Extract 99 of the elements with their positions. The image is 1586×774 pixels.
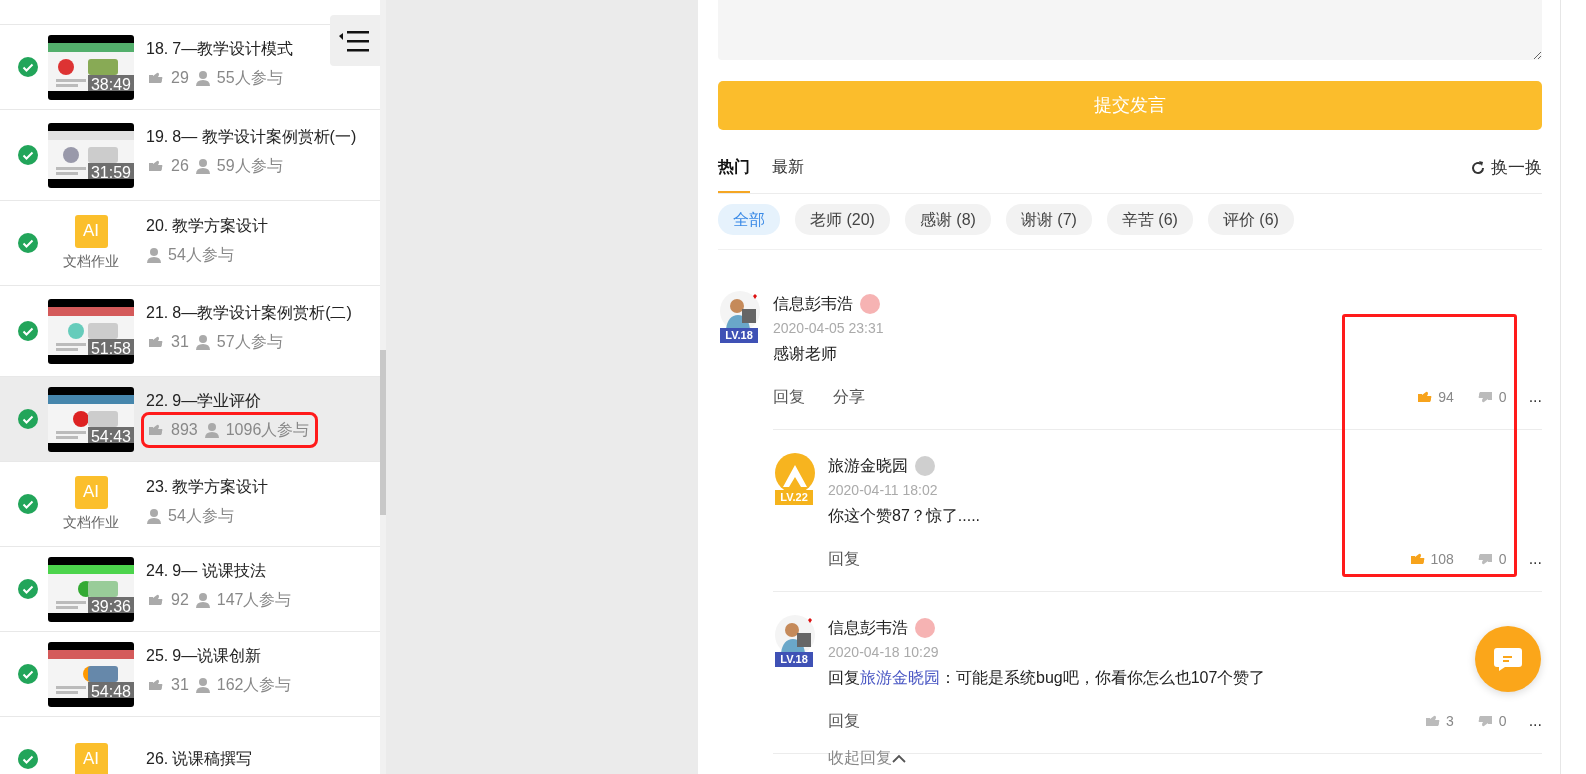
person-icon	[146, 245, 162, 264]
lesson-item[interactable]: 54:48 25. 9—说课创新 31 162人参与	[0, 631, 380, 716]
lesson-title: 教学方案设计	[172, 215, 269, 236]
tab[interactable]: 最新	[772, 145, 804, 193]
menu-icon	[339, 28, 371, 53]
participant-count: 54人参与	[168, 505, 234, 526]
comment-text: 感谢老师	[773, 344, 837, 364]
like-count: 92	[171, 590, 189, 611]
comment-action-link[interactable]: 回复	[773, 385, 805, 409]
refresh-button[interactable]: 换一换	[1470, 145, 1542, 181]
lesson-title: 9—说课创新	[172, 646, 262, 667]
participant-count: 147人参与	[216, 590, 292, 611]
collapse-replies-link[interactable]: 收起回复	[828, 746, 906, 770]
lesson-number: 20.	[146, 215, 169, 236]
lesson-number: 25.	[146, 646, 169, 667]
lesson-number: 18.	[146, 39, 169, 60]
lesson-title: 8— 教学设计案例赏析(一)	[172, 127, 357, 148]
comment-action-link[interactable]: 回复	[828, 709, 860, 733]
lesson-item[interactable]: 31:59 19. 8— 教学设计案例赏析(一) 26 59人参与	[0, 109, 380, 200]
author-name: 旅游金晓园	[828, 456, 908, 476]
lesson-number: 21.	[146, 303, 169, 324]
level-badge: LV.18	[775, 652, 813, 667]
lesson-item[interactable]: AI 文档作业 23. 教学方案设计 54人参与	[0, 461, 380, 546]
level-badge: LV.22	[775, 490, 813, 505]
lesson-item[interactable]: AI 26. 说课稿撰写	[0, 716, 380, 774]
filter-chip[interactable]: 老师 (20)	[795, 204, 890, 235]
scrollbar-thumb[interactable]	[380, 350, 386, 515]
person-icon	[146, 506, 162, 525]
person-icon	[203, 421, 220, 440]
participant-count: 55人参与	[216, 68, 283, 89]
dislike-button[interactable]: 0	[1475, 710, 1507, 732]
lesson-item[interactable]: 54:43 22. 9—学业评价 893 1096人参与	[0, 376, 380, 461]
document-type-label: 文档作业	[63, 251, 119, 271]
document-type-label: 文档作业	[63, 512, 119, 532]
participant-count: 1096人参与	[225, 420, 310, 441]
more-button[interactable]: ...	[1528, 547, 1542, 571]
comment-text: 你这个赞87？惊了.....	[828, 506, 981, 526]
lesson-title: 9— 说课技法	[172, 561, 266, 582]
comment-time: 2020-04-11 18:02	[828, 482, 938, 498]
document-badge: AI	[74, 214, 108, 248]
lesson-title: 说课稿撰写	[172, 749, 253, 769]
level-badge: LV.18	[720, 328, 758, 343]
chat-button[interactable]	[1475, 626, 1541, 692]
person-icon	[194, 676, 211, 695]
participant-count: 57人参与	[216, 332, 283, 353]
lesson-title: 8—教学设计案例赏析(二)	[172, 303, 352, 324]
like-button[interactable]: 3	[1423, 710, 1454, 732]
person-icon	[194, 69, 211, 88]
collapse-sidebar-button[interactable]	[330, 15, 380, 66]
filter-chip[interactable]: 辛苦 (6)	[1106, 204, 1193, 235]
like-count: 29	[171, 68, 189, 89]
more-button[interactable]: ...	[1528, 709, 1542, 733]
user-avatar	[775, 615, 815, 655]
comment-action-link[interactable]: 分享	[833, 385, 865, 409]
lesson-title: 7—教学设计模式	[172, 39, 294, 60]
participant-count: 54人参与	[168, 244, 234, 265]
lesson-number: 24.	[146, 561, 169, 582]
participant-count: 162人参与	[216, 675, 292, 696]
user-link[interactable]: 旅游金晓园	[860, 669, 940, 686]
chat-icon	[1493, 646, 1523, 672]
filter-chip[interactable]: 谢谢 (7)	[1005, 204, 1092, 235]
comment-text: 回复旅游金晓园：可能是系统bug吧，你看你怎么也107个赞了	[828, 668, 1266, 688]
comment-time: 2020-04-05 23:31	[773, 320, 884, 336]
dislike-button[interactable]: 0	[1475, 386, 1507, 408]
like-count: 893	[171, 420, 198, 441]
dislike-button[interactable]: 0	[1475, 548, 1507, 570]
lesson-title: 9—学业评价	[172, 391, 262, 412]
user-avatar	[775, 453, 815, 493]
person-icon	[194, 157, 211, 176]
lesson-item[interactable]: AI 文档作业 20. 教学方案设计 54人参与	[0, 200, 380, 285]
refresh-icon	[1470, 159, 1486, 176]
filter-chip[interactable]: 评价 (6)	[1207, 204, 1294, 235]
document-badge: AI	[74, 475, 108, 509]
lesson-title: 教学方案设计	[172, 476, 269, 497]
lesson-number: 23.	[146, 476, 169, 497]
lesson-number: 26.	[146, 749, 169, 769]
filter-chip[interactable]: 感谢 (8)	[904, 204, 991, 235]
user-avatar	[720, 291, 760, 331]
participant-count: 59人参与	[216, 156, 283, 177]
like-count: 26	[171, 156, 189, 177]
lesson-number: 22.	[146, 391, 169, 412]
author-name: 信息彭韦浩	[773, 294, 853, 314]
more-button[interactable]: ...	[1528, 385, 1542, 409]
comment-input-field[interactable]	[718, 0, 1542, 60]
document-badge: AI	[74, 742, 108, 774]
chevron-up-icon	[892, 753, 906, 763]
like-count: 31	[171, 332, 189, 353]
like-button[interactable]: 108	[1407, 548, 1454, 570]
like-button[interactable]: 94	[1415, 386, 1454, 408]
lesson-item[interactable]: 39:36 24. 9— 说课技法 92 147人参与	[0, 546, 380, 631]
person-icon	[194, 333, 211, 352]
comment-time: 2020-04-18 10:29	[828, 644, 939, 660]
author-name: 信息彭韦浩	[828, 618, 908, 638]
tab[interactable]: 热门	[718, 145, 750, 193]
lesson-item[interactable]: 51:58 21. 8—教学设计案例赏析(二) 31 57人参与	[0, 285, 380, 376]
comment-action-link[interactable]: 回复	[828, 547, 860, 571]
lesson-number: 19.	[146, 127, 169, 148]
like-count: 31	[171, 675, 189, 696]
person-icon	[194, 591, 211, 610]
